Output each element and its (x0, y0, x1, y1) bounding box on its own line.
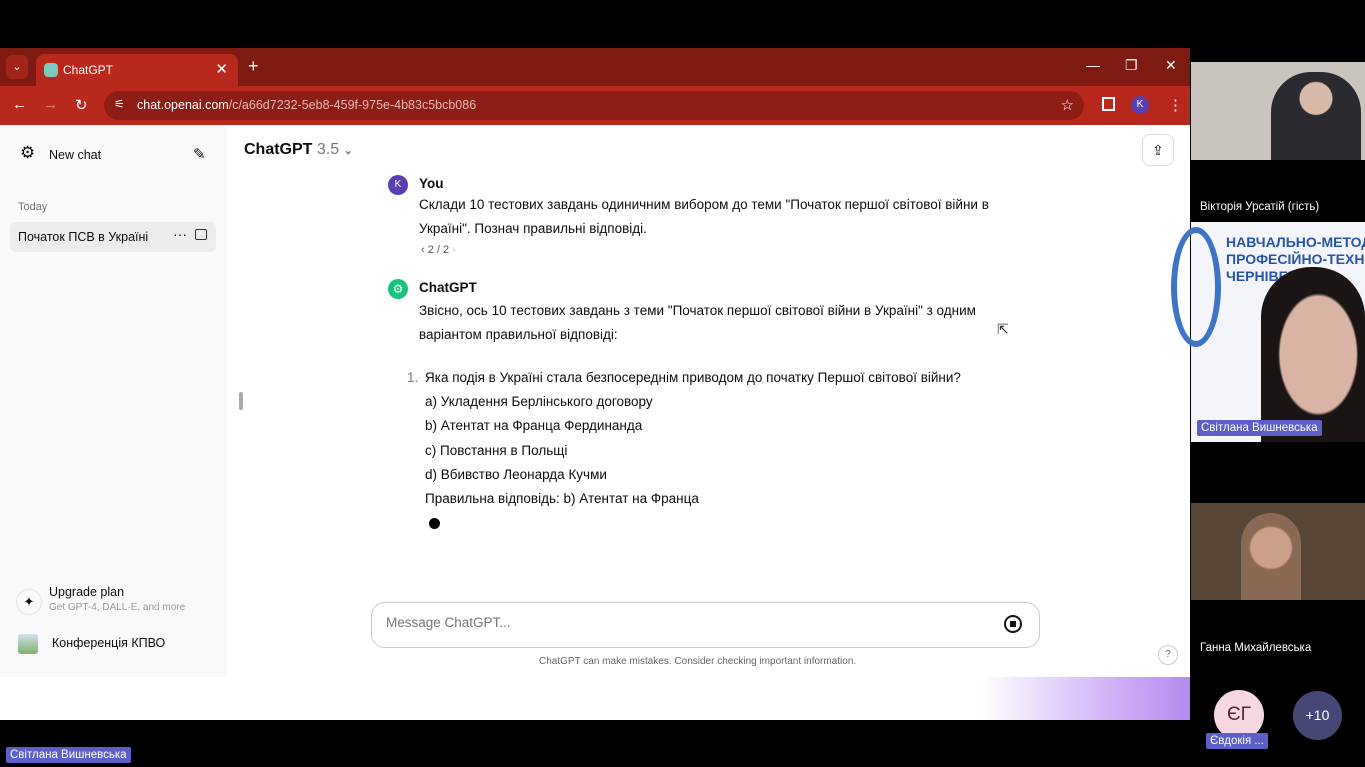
model-name: ChatGPT (244, 141, 313, 158)
openai-logo-icon: ⚙ (20, 143, 36, 162)
user-message-author: You (419, 176, 444, 191)
response-pager[interactable]: ‹ 2 / 2 › (421, 244, 456, 256)
participant-video (1261, 267, 1365, 442)
question-text: Яка подія в Україні стала безпосереднім … (425, 370, 961, 385)
reload-button[interactable]: ↻ (75, 96, 88, 114)
url-host: chat.openai.com (137, 98, 229, 112)
close-tab-icon[interactable]: ✕ (215, 60, 228, 78)
option-a: a) Укладення Берлінського договору (425, 394, 653, 409)
message-input[interactable] (386, 615, 986, 630)
bot-message-author: ChatGPT (419, 280, 477, 295)
history-item[interactable]: Початок ПСВ в Україні ··· (10, 222, 216, 252)
model-selector[interactable]: ChatGPT 3.5 ⌄ (244, 141, 353, 159)
message-composer[interactable] (371, 602, 1040, 648)
participant-name-1: Вікторія Урсатій (гість) (1200, 201, 1320, 213)
url-path: /c/a66d7232-5eb8-459f-975e-4b83c5bcb086 (228, 98, 477, 112)
new-chat-label: New chat (49, 148, 102, 162)
user-avatar (18, 634, 38, 654)
user-message-text: Склади 10 тестових завдань одиничним виб… (419, 197, 989, 236)
share-button[interactable]: ⇪ (1142, 134, 1174, 166)
history-item-label: Початок ПСВ в Україні (18, 230, 149, 244)
tab-bar: ⌄ ChatGPT ✕ + — ❐ ✕ (0, 48, 1190, 86)
bookmark-star-icon[interactable]: ☆ (1061, 96, 1074, 114)
tab-title: ChatGPT (63, 63, 114, 77)
minimize-button[interactable]: — (1086, 57, 1100, 73)
tab-chatgpt[interactable]: ChatGPT ✕ (36, 54, 238, 86)
stop-generating-button[interactable] (1004, 615, 1022, 633)
address-bar: ← → ↻ ⚟ chat.openai.com/c/a66d7232-5eb8-… (0, 86, 1190, 125)
section-today: Today (18, 201, 48, 213)
more-participants-button[interactable]: +10 (1293, 691, 1342, 740)
participant-video (1271, 72, 1361, 160)
chevron-down-icon: ⌄ (343, 145, 353, 157)
menu-icon[interactable]: ⋮ (1168, 96, 1183, 114)
option-d: d) Вбивство Леонарда Кучми (425, 467, 607, 482)
gradient-strip (980, 677, 1190, 720)
streaming-cursor (429, 518, 440, 529)
model-version: 3.5 (316, 141, 340, 158)
tab-search-button[interactable]: ⌄ (6, 55, 28, 79)
user-menu-button[interactable]: Конференція КПВО (10, 630, 216, 660)
profile-avatar[interactable]: K (1131, 96, 1149, 114)
participant-name-3: Ганна Михайлевська (1200, 642, 1312, 654)
site-info-icon[interactable]: ⚟ (114, 97, 125, 111)
chatgpt-avatar-icon: ⚙ (388, 279, 408, 299)
upgrade-plan-button[interactable]: ✦ Upgrade plan Get GPT-4, DALL·E, and mo… (10, 583, 216, 619)
close-window-button[interactable]: ✕ (1165, 57, 1177, 74)
mouse-cursor-icon: ⇱ (997, 321, 1009, 337)
disclaimer: ChatGPT can make mistakes. Consider chec… (539, 656, 857, 667)
sidebar-toggle-handle[interactable] (239, 392, 243, 410)
video-tile-presenter: НАВЧАЛЬНО-МЕТОД ПРОФЕСІЙНО-ТЕХНІЧ ЧЕРНІВЕЦ (1171, 222, 1365, 442)
question-number: 1. (407, 370, 419, 385)
stop-icon (1010, 621, 1016, 627)
video-tile-3 (1191, 503, 1365, 600)
openai-favicon-icon (44, 63, 58, 77)
chat-main: ChatGPT 3.5 ⌄ ⇪ K You Склади 10 тестових… (227, 125, 1190, 677)
user-message-avatar: K (388, 175, 408, 195)
upgrade-subtitle: Get GPT-4, DALL·E, and more (49, 602, 186, 613)
bot-message-intro: Звісно, ось 10 тестових завдань з теми "… (419, 303, 976, 342)
video-tile-1 (1191, 62, 1365, 160)
more-options-icon[interactable]: ··· (173, 226, 187, 242)
back-button[interactable]: ← (12, 96, 27, 113)
restore-button[interactable]: ❐ (1125, 57, 1138, 74)
forward-button[interactable]: → (43, 96, 58, 113)
option-c: c) Повстання в Польщі (425, 443, 568, 458)
sparkle-icon: ✦ (16, 589, 42, 615)
answer-text: Правильна відповідь: b) Атентат на Франц… (425, 491, 699, 506)
participant-avatar-name: Євдокія ... (1206, 733, 1268, 749)
browser-window: ⌄ ChatGPT ✕ + — ❐ ✕ ← → ↻ ⚟ chat.openai.… (0, 48, 1190, 720)
participant-name-2: Світлана Вишневська (1197, 420, 1322, 436)
sidebar: ⚙ New chat ✎ Today Початок ПСВ в Україні… (0, 125, 227, 677)
institution-logo (1171, 227, 1221, 347)
help-button[interactable]: ? (1158, 645, 1178, 665)
user-name: Конференція КПВО (52, 636, 166, 650)
compose-icon[interactable]: ✎ (193, 145, 206, 163)
option-b: b) Атентат на Франца Фердинанда (425, 418, 643, 433)
presenter-name: Світлана Вишневська (6, 747, 131, 763)
participant-video (1241, 513, 1301, 600)
url-input[interactable]: ⚟ chat.openai.com/c/a66d7232-5eb8-459f-9… (104, 91, 1084, 120)
upgrade-title: Upgrade plan (49, 585, 125, 599)
pager-label: 2 / 2 (427, 244, 450, 256)
archive-icon[interactable] (195, 229, 207, 240)
new-tab-button[interactable]: + (248, 56, 259, 77)
side-panel-icon[interactable] (1102, 97, 1115, 111)
new-chat-button[interactable]: ⚙ New chat ✎ (10, 143, 216, 167)
